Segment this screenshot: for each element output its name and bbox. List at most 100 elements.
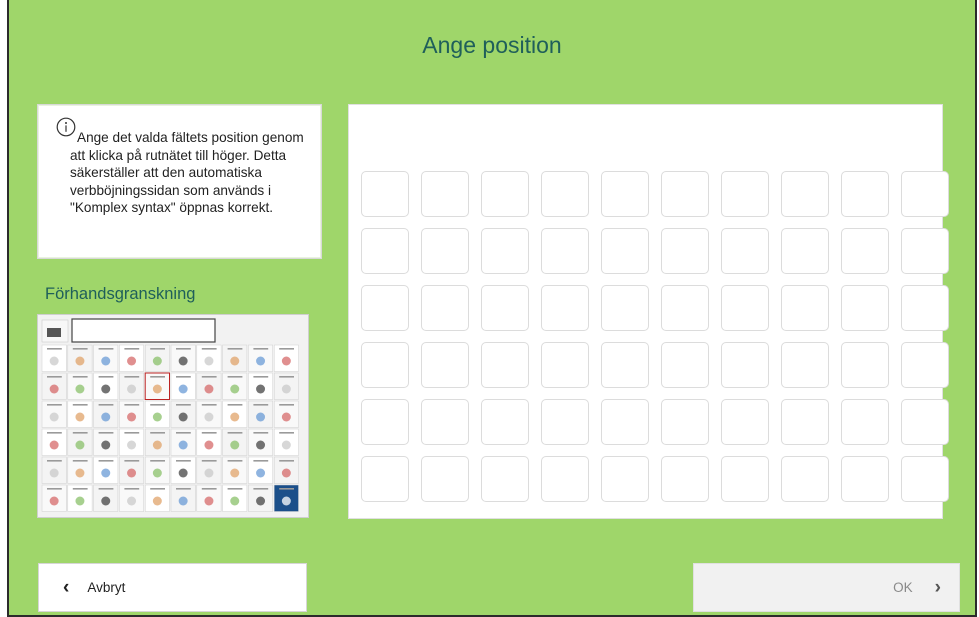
preview-cell-label-line — [124, 404, 140, 406]
preview-cell-label-line — [253, 376, 269, 378]
grid-cell-r3-c2[interactable] — [421, 285, 469, 331]
preview-pictogram — [101, 496, 111, 506]
preview-pictogram — [49, 384, 59, 394]
grid-cell-r5-c4[interactable] — [541, 399, 589, 445]
grid-cell-r1-c8[interactable] — [781, 171, 829, 217]
preview-pictogram — [178, 496, 188, 506]
grid-cell-r2-c6[interactable] — [661, 228, 709, 274]
grid-cell-r2-c4[interactable] — [541, 228, 589, 274]
grid-cell-r5-c10[interactable] — [901, 399, 949, 445]
grid-cell-r5-c8[interactable] — [781, 399, 829, 445]
preview-pictogram — [101, 384, 111, 394]
preview-pictogram — [256, 412, 266, 422]
preview-cell-label-line — [72, 348, 88, 350]
preview-pictogram — [152, 384, 162, 394]
grid-cell-r2-c7[interactable] — [721, 228, 769, 274]
preview-pictogram — [281, 468, 291, 478]
grid-cell-r6-c4[interactable] — [541, 456, 589, 502]
grid-cell-r4-c9[interactable] — [841, 342, 889, 388]
grid-cell-r2-c10[interactable] — [901, 228, 949, 274]
preview-cell-label-line — [72, 432, 88, 434]
grid-cell-r5-c7[interactable] — [721, 399, 769, 445]
grid-cell-r3-c6[interactable] — [661, 285, 709, 331]
info-text: Ange det valda fältets position genom at… — [70, 130, 304, 215]
grid-cell-r1-c4[interactable] — [541, 171, 589, 217]
grid-cell-r6-c3[interactable] — [481, 456, 529, 502]
grid-cell-r3-c4[interactable] — [541, 285, 589, 331]
preview-thumbnail — [37, 314, 309, 518]
grid-cell-r1-c5[interactable] — [601, 171, 649, 217]
grid-cell-r4-c7[interactable] — [721, 342, 769, 388]
grid-cell-r2-c2[interactable] — [421, 228, 469, 274]
grid-cell-r4-c5[interactable] — [601, 342, 649, 388]
preview-cell-label-line — [47, 348, 62, 350]
grid-cell-r4-c1[interactable] — [361, 342, 409, 388]
grid-cell-r6-c2[interactable] — [421, 456, 469, 502]
grid-cell-r2-c9[interactable] — [841, 228, 889, 274]
preview-cell-label-line — [72, 488, 88, 490]
grid-cell-r1-c9[interactable] — [841, 171, 889, 217]
preview-pictogram — [152, 356, 162, 366]
grid-cell-r6-c1[interactable] — [361, 456, 409, 502]
grid-cell-r1-c1[interactable] — [361, 171, 409, 217]
grid-cell-r4-c2[interactable] — [421, 342, 469, 388]
grid-cell-r6-c8[interactable] — [781, 456, 829, 502]
grid-cell-r4-c6[interactable] — [661, 342, 709, 388]
preview-cell-label-line — [176, 460, 191, 462]
preview-cell-label-line — [150, 376, 165, 378]
grid-cell-r5-c5[interactable] — [601, 399, 649, 445]
preview-pictogram — [204, 440, 214, 450]
grid-cell-r3-c5[interactable] — [601, 285, 649, 331]
grid-cell-r4-c8[interactable] — [781, 342, 829, 388]
grid-cell-r2-c5[interactable] — [601, 228, 649, 274]
grid-cell-r6-c9[interactable] — [841, 456, 889, 502]
preview-cell-label-line — [176, 432, 191, 434]
grid-cell-r1-c7[interactable] — [721, 171, 769, 217]
grid-cell-r1-c10[interactable] — [901, 171, 949, 217]
preview-cell-label-line — [47, 432, 62, 434]
preview-cell-label-line — [201, 432, 217, 434]
grid-cell-r4-c10[interactable] — [901, 342, 949, 388]
grid-cell-r3-c8[interactable] — [781, 285, 829, 331]
grid-cell-r2-c8[interactable] — [781, 228, 829, 274]
grid-cell-r1-c2[interactable] — [421, 171, 469, 217]
grid-cell-r6-c6[interactable] — [661, 456, 709, 502]
grid-cell-r1-c6[interactable] — [661, 171, 709, 217]
grid-cell-r5-c9[interactable] — [841, 399, 889, 445]
grid-cell-r5-c2[interactable] — [421, 399, 469, 445]
preview-cell-label-line — [227, 376, 243, 378]
preview-cell-label-line — [124, 460, 140, 462]
preview-cell-label-line — [227, 488, 243, 490]
preview-pictogram — [152, 440, 162, 450]
grid-cell-r5-c6[interactable] — [661, 399, 709, 445]
ok-button[interactable]: OK › — [693, 563, 960, 612]
grid-cell-r3-c7[interactable] — [721, 285, 769, 331]
grid-cell-r5-c1[interactable] — [361, 399, 409, 445]
grid-cell-r3-c1[interactable] — [361, 285, 409, 331]
grid-cell-r2-c1[interactable] — [361, 228, 409, 274]
grid-cell-r6-c7[interactable] — [721, 456, 769, 502]
preview-pictogram — [127, 384, 137, 394]
preview-label: Förhandsgranskning — [45, 285, 196, 303]
preview-pictogram — [256, 496, 266, 506]
preview-pictogram — [75, 412, 85, 422]
preview-pictogram — [256, 356, 266, 366]
preview-pictogram — [256, 440, 266, 450]
grid-cell-r6-c10[interactable] — [901, 456, 949, 502]
cancel-label: Avbryt — [87, 580, 126, 595]
grid-cell-r2-c3[interactable] — [481, 228, 529, 274]
preview-cell-label-line — [279, 432, 294, 434]
grid-cell-r3-c10[interactable] — [901, 285, 949, 331]
preview-cell-label-line — [253, 348, 269, 350]
grid-cell-r3-c9[interactable] — [841, 285, 889, 331]
grid-cell-r5-c3[interactable] — [481, 399, 529, 445]
preview-cell-label-line — [47, 404, 62, 406]
grid-cell-r6-c5[interactable] — [601, 456, 649, 502]
grid-cell-r4-c3[interactable] — [481, 342, 529, 388]
grid-cell-r3-c3[interactable] — [481, 285, 529, 331]
grid-cell-r4-c4[interactable] — [541, 342, 589, 388]
cancel-button[interactable]: ‹ Avbryt — [38, 563, 307, 612]
preview-pictogram — [204, 496, 214, 506]
grid-cell-r1-c3[interactable] — [481, 171, 529, 217]
preview-cell-label-line — [98, 460, 114, 462]
